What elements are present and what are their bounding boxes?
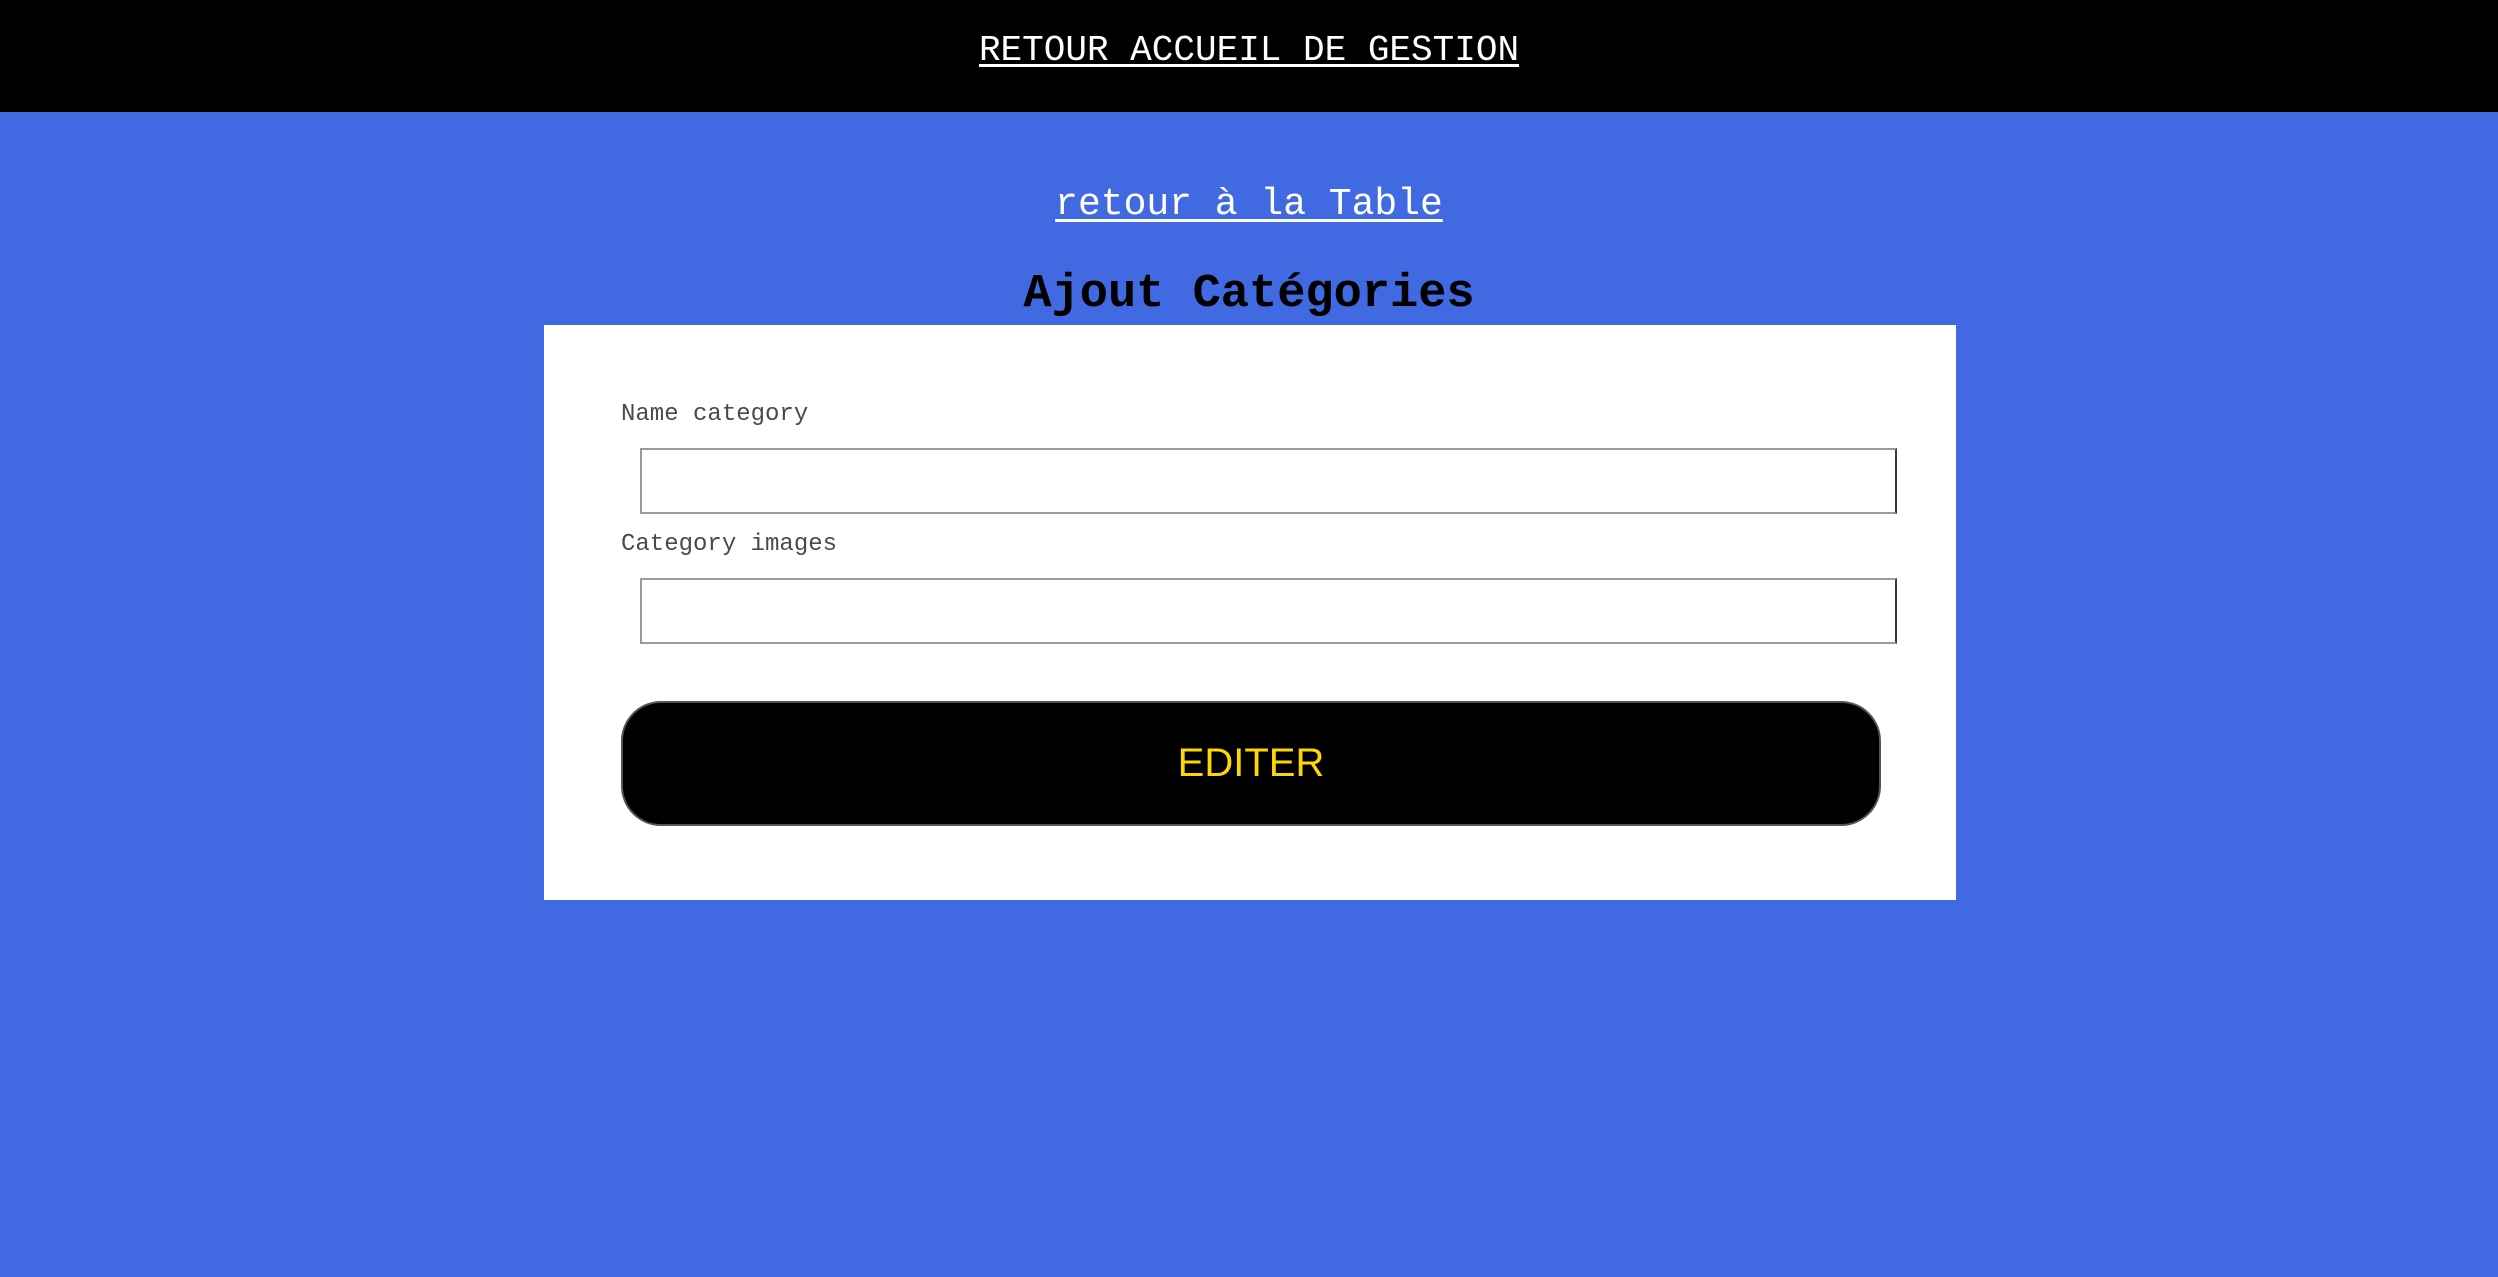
name-category-input[interactable] bbox=[640, 448, 1897, 514]
top-header-bar: RETOUR ACCUEIL DE GESTION bbox=[0, 0, 2498, 112]
back-link-container: retour à la Table bbox=[0, 183, 2498, 226]
back-to-management-home-link[interactable]: RETOUR ACCUEIL DE GESTION bbox=[979, 30, 1519, 71]
add-category-form: Name category Category images EDITER bbox=[544, 325, 1956, 900]
category-images-input[interactable] bbox=[640, 578, 1897, 644]
page-title: Ajout Catégories bbox=[1023, 268, 1475, 321]
name-category-label: Name category bbox=[621, 401, 809, 428]
category-images-label: Category images bbox=[621, 531, 838, 558]
back-to-table-link[interactable]: retour à la Table bbox=[1055, 183, 1443, 226]
edit-submit-button[interactable]: EDITER bbox=[621, 701, 1881, 826]
